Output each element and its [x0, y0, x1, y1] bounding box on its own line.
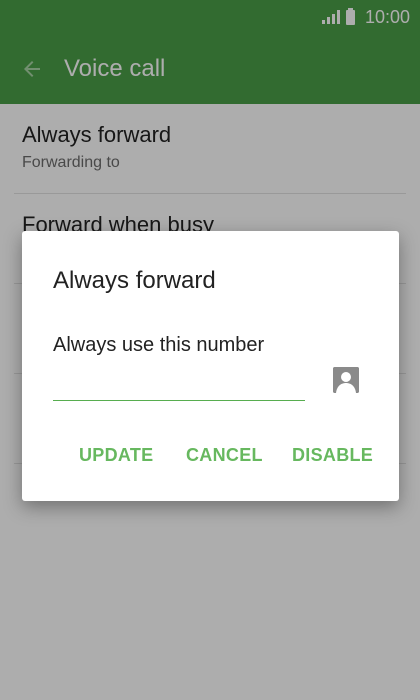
cancel-button[interactable]: CANCEL — [186, 445, 263, 466]
always-forward-dialog: Always forward Always use this number UP… — [22, 231, 399, 501]
contact-picker-button[interactable] — [333, 367, 359, 393]
dialog-actions: UPDATE CANCEL DISABLE — [22, 445, 399, 469]
dialog-label: Always use this number — [53, 334, 265, 356]
dialog-title: Always forward — [53, 267, 216, 294]
disable-button[interactable]: DISABLE — [292, 445, 373, 466]
phone-number-input[interactable] — [53, 371, 305, 401]
contact-icon — [333, 367, 359, 393]
update-button[interactable]: UPDATE — [79, 445, 153, 466]
